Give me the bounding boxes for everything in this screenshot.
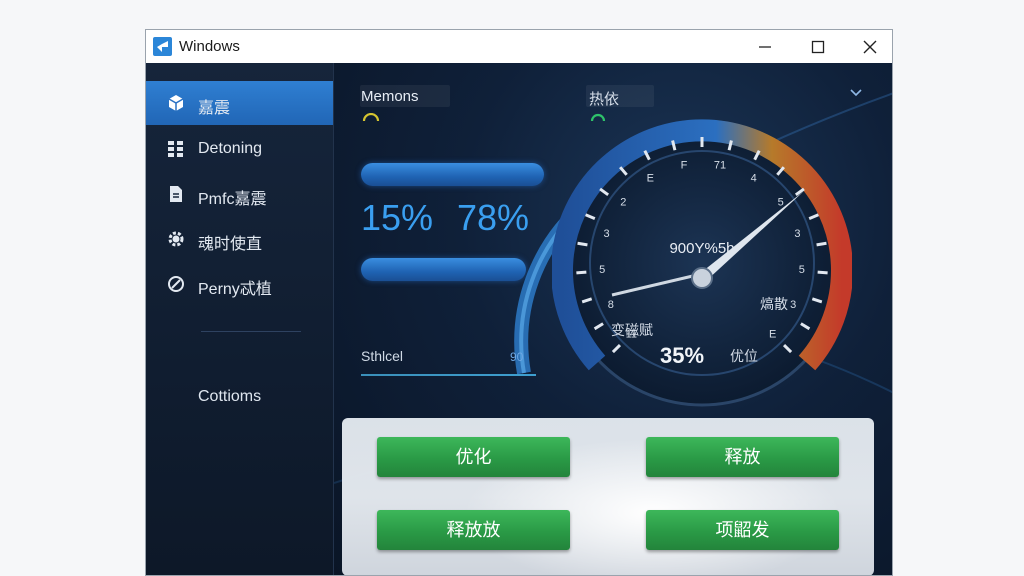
gauge-scale-label: F <box>681 160 688 172</box>
sidebar-item-home[interactable]: 嘉震 <box>146 81 333 125</box>
gauge-tick <box>816 241 827 247</box>
memory-percent-1: 15% <box>361 197 434 238</box>
close-icon <box>863 40 877 54</box>
sidebar-item-label: 嘉震 <box>198 100 231 117</box>
maximize-button[interactable] <box>793 30 843 63</box>
gauge-scale-label: E <box>647 172 654 184</box>
memory-bar-1 <box>361 163 544 186</box>
sidebar-item-label: Detoning <box>198 140 263 157</box>
cube-icon <box>168 95 184 111</box>
release-button[interactable]: 释放 <box>646 437 839 477</box>
sidebar-item-label: 魂时使直 <box>198 236 263 253</box>
gauge-right-label-top: 熇散 <box>760 296 788 312</box>
gauge-scale-label: E <box>769 329 776 341</box>
gauge-scale-label: 5 <box>778 196 784 208</box>
sub-value: 90 <box>510 350 524 364</box>
gauge-scale-label: 3 <box>794 228 800 240</box>
gauge-tick <box>576 270 587 275</box>
optimize-button[interactable]: 优化 <box>377 437 570 477</box>
main-panel: Memons 热依 15% 78% Sthlcel 90 11 8 5 3 2 … <box>334 63 892 575</box>
gear-icon <box>168 231 184 247</box>
gauge-scale-label: 2 <box>620 196 626 208</box>
sidebar-divider <box>201 331 301 332</box>
sub-progress-line <box>361 374 536 376</box>
sidebar-item-profile[interactable]: Pmfc嘉震 <box>146 172 333 216</box>
minimize-icon <box>759 46 771 48</box>
gauge-scale-label: 3 <box>790 299 796 311</box>
close-button[interactable] <box>845 30 892 63</box>
sidebar-item-settings[interactable]: 魂时使直 <box>146 217 333 261</box>
sub-label: Sthlcel <box>361 348 404 364</box>
gauge-scale-label: 71 <box>714 160 726 172</box>
gauge-scale-label: 5 <box>599 264 605 276</box>
gauge-scale-label: 4 <box>751 172 757 184</box>
gauge-scale-label: 3 <box>603 228 609 240</box>
gauge-right-label-bottom: 优位 <box>730 348 758 364</box>
grid-icon <box>168 141 183 157</box>
minimize-button[interactable] <box>740 30 790 63</box>
app-logo-icon <box>153 37 172 56</box>
app-window: Windows 嘉震 Detoning Pmfc嘉震 魂时使直 Perny忒植 … <box>145 29 893 576</box>
action-panel: 优化 释放 释放放 项鼦发 <box>342 418 874 575</box>
gauge-left-label: 变磁赋 <box>611 322 653 338</box>
document-icon <box>170 186 182 202</box>
gauge-scale-label: 8 <box>608 299 614 311</box>
window-title: Windows <box>179 38 240 55</box>
memory-percent-2: 78% <box>457 197 530 238</box>
gauge-scale-label: 5 <box>799 264 805 276</box>
sidebar-item-cottioms[interactable]: Cottioms <box>198 388 261 406</box>
gauge-tick <box>817 270 828 275</box>
sidebar: 嘉震 Detoning Pmfc嘉震 魂时使直 Perny忒植 Cottioms <box>146 63 334 575</box>
title-bar: Windows <box>146 30 892 64</box>
sidebar-item-detoning[interactable]: Detoning <box>146 127 333 171</box>
circle-slash-icon <box>168 276 184 292</box>
sidebar-item-label: Pmfc嘉震 <box>198 191 267 208</box>
sidebar-item-label: Perny忒植 <box>198 281 272 298</box>
sidebar-item-privacy[interactable]: Perny忒植 <box>146 262 333 306</box>
memory-bar-2 <box>361 258 526 281</box>
launch-button[interactable]: 项鼦发 <box>646 510 839 550</box>
release-all-button[interactable]: 释放放 <box>377 510 570 550</box>
gauge-hub <box>691 267 713 289</box>
gauge-value-label: 35% <box>660 343 704 368</box>
gauge-tick <box>577 241 588 247</box>
speed-gauge: 118532EF 7145353E 900Y%5b 变磁赋 熇散 35% 优位 <box>552 119 852 407</box>
maximize-icon <box>811 40 825 54</box>
